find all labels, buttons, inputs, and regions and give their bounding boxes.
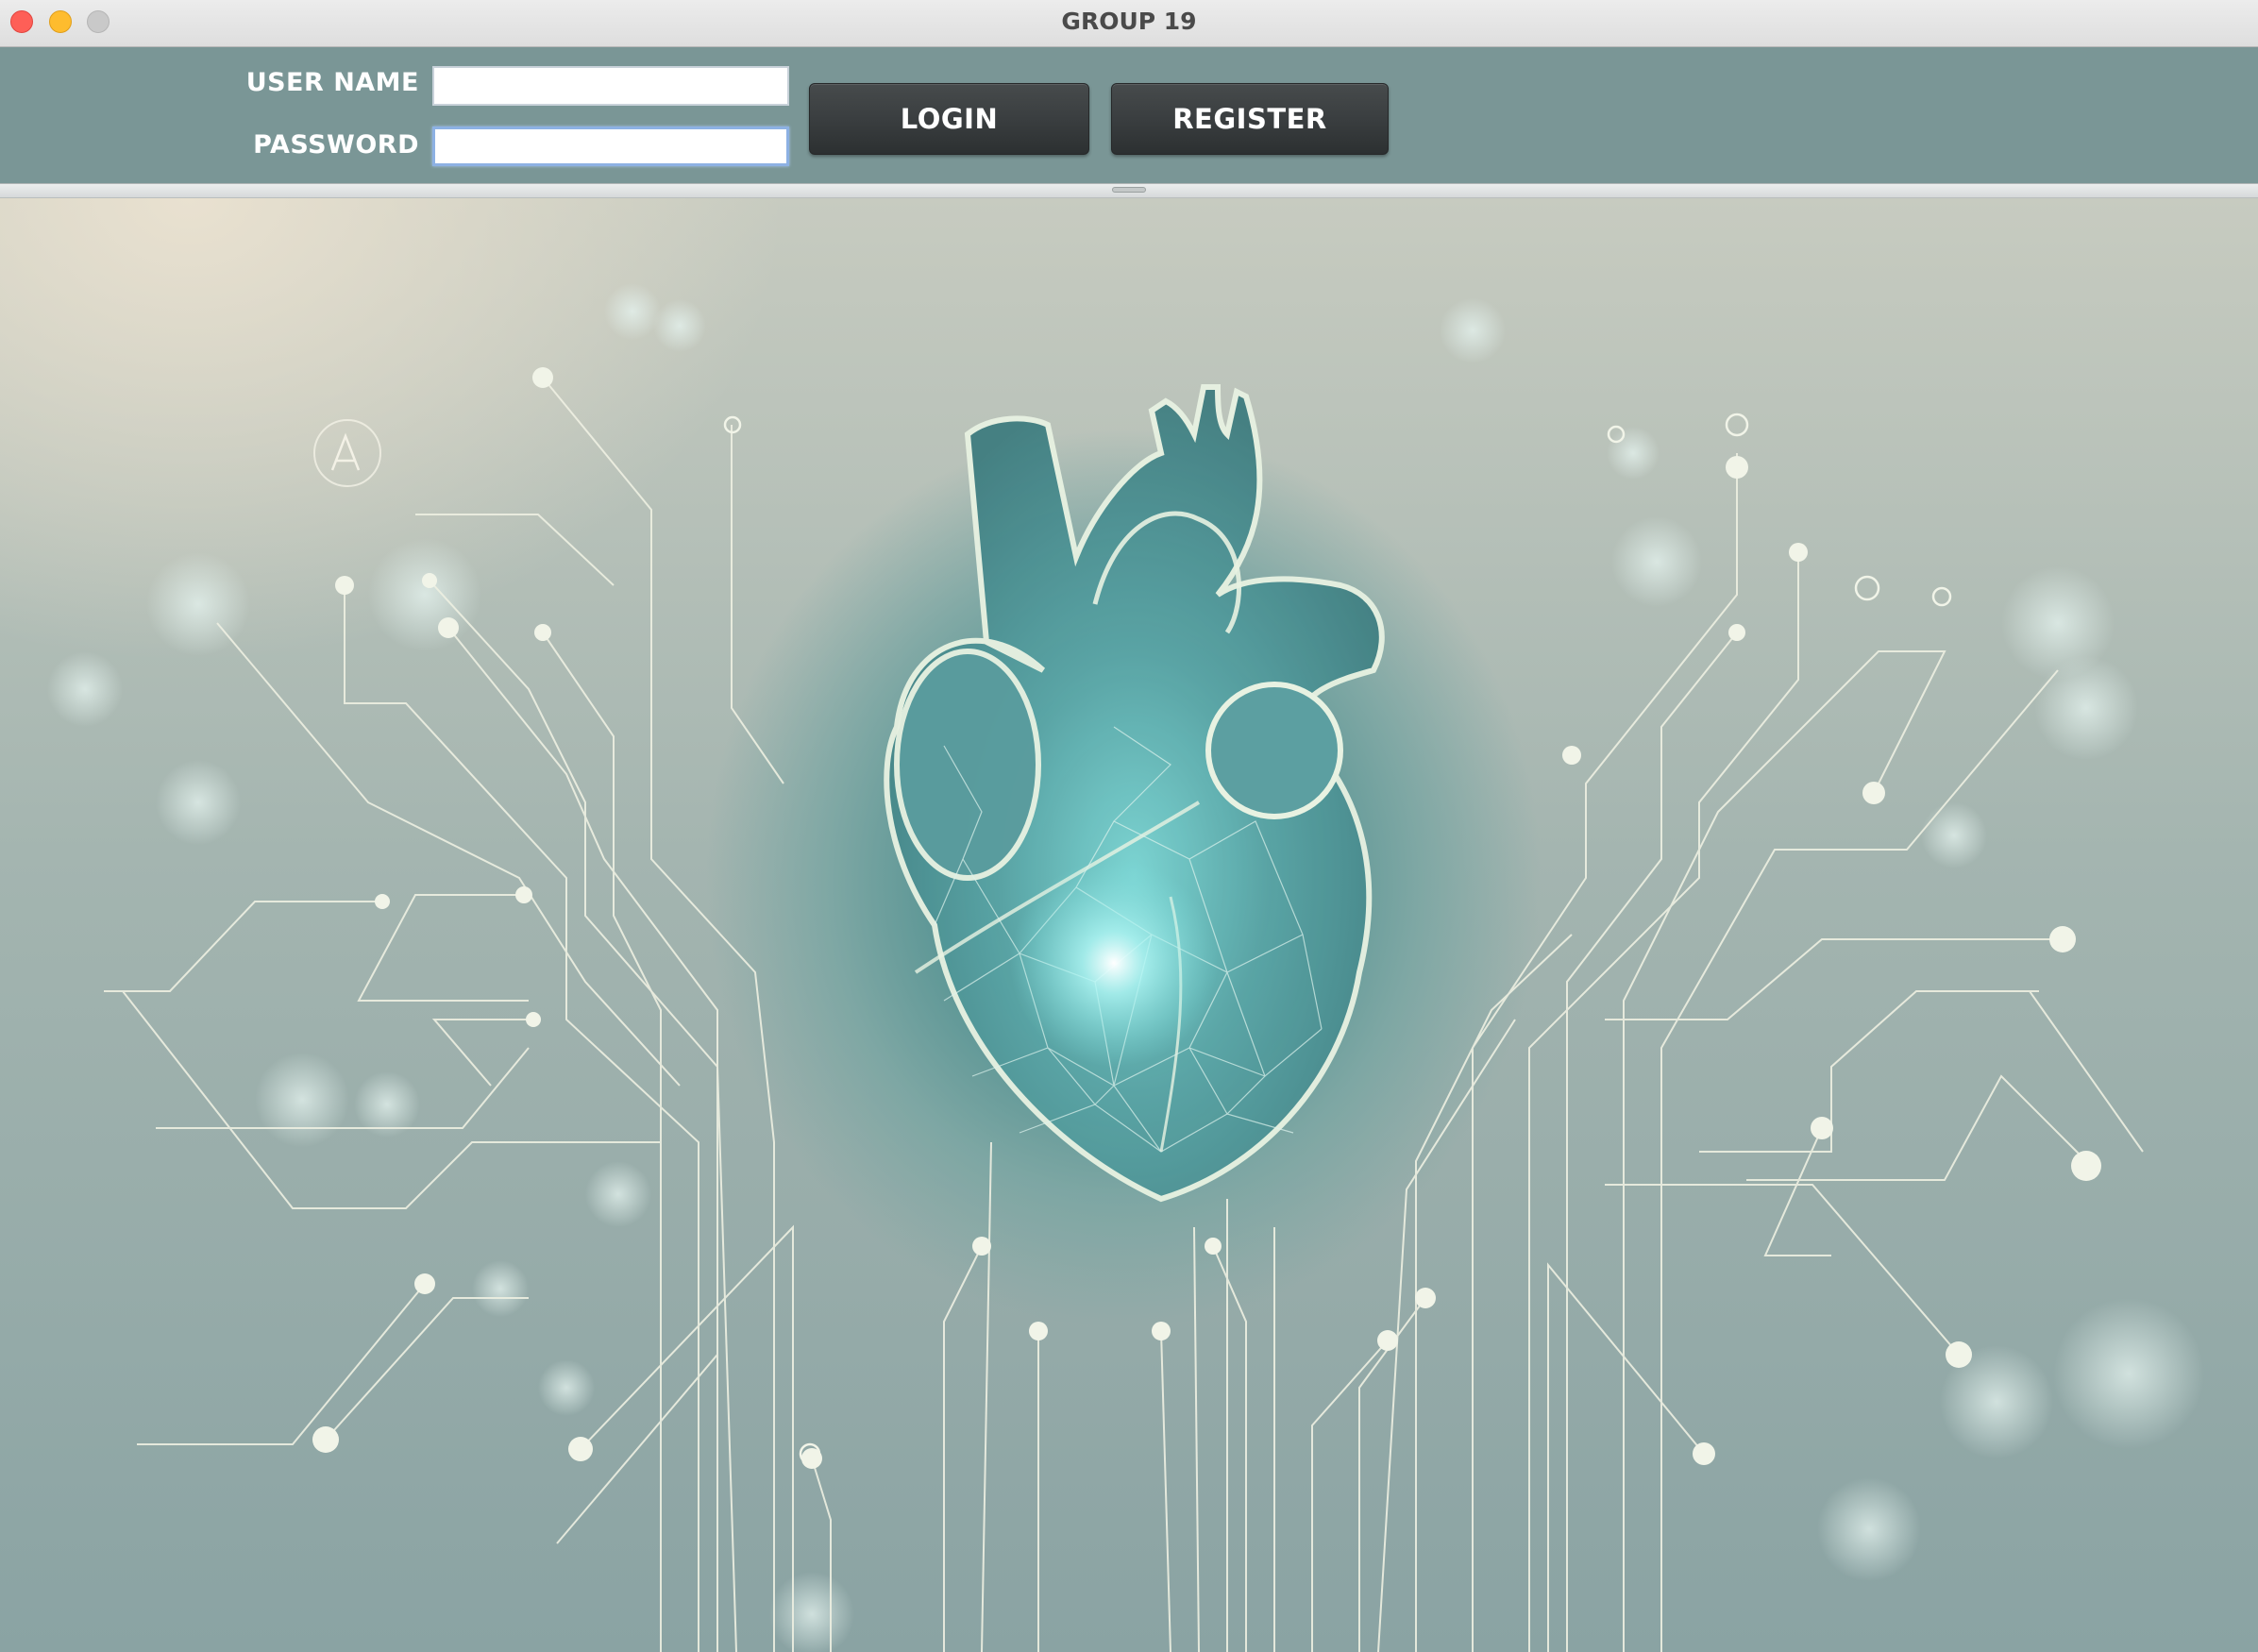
password-label: PASSWORD: [253, 130, 419, 160]
anatomical-heart-illustration: [884, 384, 1385, 1203]
divider-grip-icon[interactable]: [1112, 187, 1146, 193]
password-input[interactable]: [432, 126, 789, 166]
register-button[interactable]: REGISTER: [1111, 83, 1389, 155]
username-input[interactable]: [432, 66, 789, 106]
split-pane-divider[interactable]: [0, 183, 2258, 198]
window-title: GROUP 19: [1061, 8, 1197, 35]
username-label: USER NAME: [245, 68, 419, 97]
background-image-panel: [0, 198, 2258, 1652]
login-toolbar: USER NAME PASSWORD LOGIN REGISTER: [0, 47, 2258, 183]
login-button[interactable]: LOGIN: [809, 83, 1089, 155]
stethoscope-emblem-icon: [313, 419, 381, 487]
window-title-bar: GROUP 19: [0, 0, 2258, 47]
heart-circuit-illustration: [47, 283, 2204, 1652]
